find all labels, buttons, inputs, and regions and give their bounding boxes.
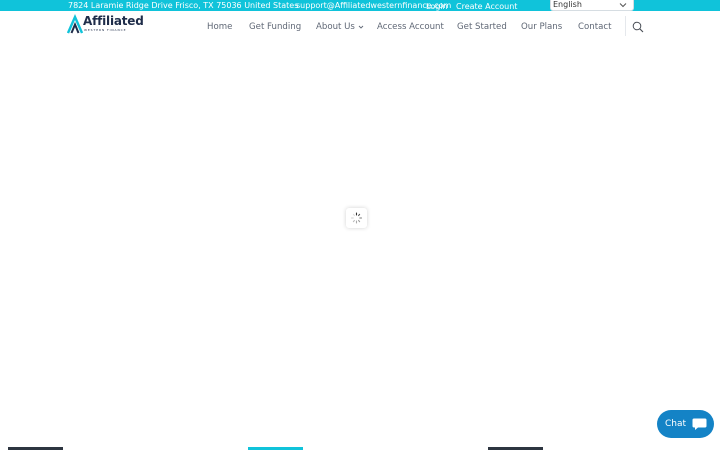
nav-divider: [625, 16, 626, 36]
chevron-down-icon: [619, 3, 627, 8]
language-select[interactable]: English: [550, 0, 634, 11]
chat-button[interactable]: Chat: [657, 410, 714, 438]
chat-bubble-icon: [692, 418, 707, 430]
nav-about-us[interactable]: About Us: [316, 20, 364, 34]
nav-home[interactable]: Home: [207, 20, 232, 34]
logo-mark-icon: [67, 14, 83, 34]
nav-access-account[interactable]: Access Account: [377, 20, 444, 34]
site-logo[interactable]: Affiliated WESTERN FINANCE: [67, 14, 147, 34]
address-text: 7824 Laramie Ridge Drive Frisco, TX 7503…: [68, 1, 299, 10]
chevron-down-icon: [358, 25, 363, 29]
chat-label: Chat: [665, 419, 687, 429]
nav-contact[interactable]: Contact: [578, 20, 611, 34]
spinner-icon: [350, 212, 363, 224]
page-loader: [346, 208, 367, 228]
nav-our-plans[interactable]: Our Plans: [521, 20, 562, 34]
search-icon[interactable]: [632, 21, 644, 33]
language-selected-value: English: [553, 0, 582, 9]
logo-wordmark: Affiliated: [83, 14, 144, 28]
logo-subtitle: WESTERN FINANCE: [84, 28, 127, 32]
nav-get-funding[interactable]: Get Funding: [249, 20, 301, 34]
nav-about-us-label: About Us: [316, 22, 355, 32]
nav-get-started[interactable]: Get Started: [457, 20, 507, 34]
